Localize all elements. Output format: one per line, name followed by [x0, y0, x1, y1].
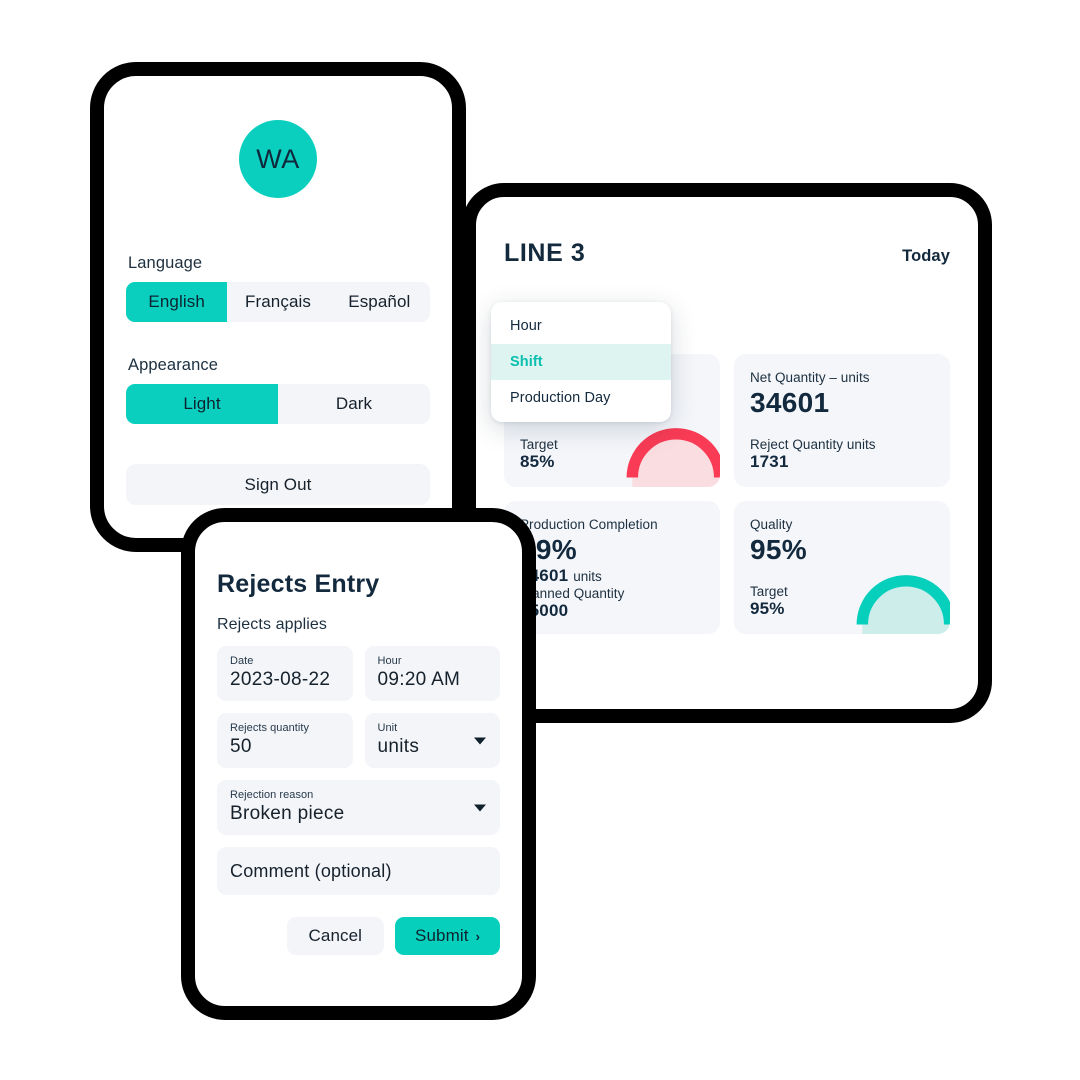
rejection-reason-label: Rejection reason [230, 789, 314, 801]
unit-select-value: units [377, 736, 420, 757]
rejects-quantity-value: 50 [230, 736, 252, 757]
rejects-entry-body: Rejects Entry Rejects applies Date 2023-… [195, 522, 522, 1006]
appearance-segmented-control[interactable]: Light Dark [126, 384, 430, 424]
dashboard-panel: LINE 3 Today Target 85% Net Quantity – u… [462, 183, 992, 723]
rejects-quantity-label: Rejects quantity [230, 722, 310, 734]
metric-card-reject-quantity-value: 1731 [750, 452, 789, 471]
date-range-selector[interactable]: Today [902, 247, 950, 266]
rejects-entry-title: Rejects Entry [217, 570, 380, 598]
metric-card-production-completion-label: Production Completion [520, 517, 658, 532]
page-title: LINE 3 [504, 239, 586, 267]
form-row-quantity-unit: Rejects quantity 50 Unit units [217, 713, 500, 768]
unit-select-label: Unit [377, 722, 398, 734]
screenshot-stage: WA Language English Français Español App… [0, 0, 1080, 1080]
metric-card-planned-quantity-label: Planned Quantity [520, 586, 625, 602]
dropdown-item-production-day[interactable]: Production Day [491, 380, 671, 416]
metric-card-quality-target-label: Target [750, 584, 788, 599]
date-field-label: Date [230, 655, 254, 667]
submit-button[interactable]: Submit › [395, 917, 500, 955]
chevron-right-icon: › [475, 928, 480, 944]
rejects-quantity-field[interactable]: Rejects quantity 50 [217, 713, 353, 768]
metric-card-planned-quantity-value: 35000 [520, 601, 569, 621]
metric-card-net-quantity[interactable]: Net Quantity – units 34601 Reject Quanti… [734, 354, 950, 487]
rejects-entry-panel: Rejects Entry Rejects applies Date 2023-… [181, 508, 536, 1020]
form-row-date-hour: Date 2023-08-22 Hour 09:20 AM [217, 646, 500, 701]
metric-card-net-quantity-content: Net Quantity – units 34601 Reject Quanti… [750, 369, 934, 472]
metric-card-reject-quantity-label: Reject Quantity units [750, 437, 876, 452]
comment-input[interactable]: Comment (optional) [217, 847, 500, 895]
period-dropdown-menu[interactable]: Hour Shift Production Day [491, 302, 671, 422]
rejection-reason-select[interactable]: Rejection reason Broken piece [217, 780, 500, 835]
chevron-down-icon [474, 737, 486, 744]
language-setting-block: Language English Français Español [126, 254, 430, 322]
metric-card-quality-content: Quality 95% Target 95% [750, 516, 934, 619]
settings-panel-body: WA Language English Français Español App… [104, 76, 452, 538]
hour-field-label: Hour [377, 655, 402, 667]
language-option-espanol[interactable]: Español [329, 282, 430, 322]
metric-card-quality-value: 95% [750, 534, 807, 566]
avatar-initials: WA [256, 143, 300, 174]
metric-card-units-row: 34601 units [520, 566, 704, 586]
appearance-setting-block: Appearance Light Dark [126, 356, 430, 424]
date-field[interactable]: Date 2023-08-22 [217, 646, 353, 701]
metric-card-quality-label: Quality [750, 517, 793, 532]
metric-card-production-completion-content: Production Completion 99% 34601 units Pl… [520, 516, 704, 621]
metric-card-production-completion-value: 99% [520, 534, 577, 566]
dropdown-item-hour[interactable]: Hour [491, 308, 671, 344]
language-label: Language [128, 254, 203, 272]
metric-card-net-quantity-value: 34601 [750, 387, 830, 419]
date-field-value: 2023-08-22 [230, 669, 331, 690]
metric-card-target-sub-value: 85% [520, 452, 555, 471]
cancel-button[interactable]: Cancel [286, 917, 385, 955]
unit-select[interactable]: Unit units [364, 713, 500, 768]
sign-out-button[interactable]: Sign Out [126, 464, 430, 505]
appearance-label: Appearance [128, 356, 218, 374]
submit-button-label: Submit [415, 926, 469, 945]
metric-card-production-completion[interactable]: Production Completion 99% 34601 units Pl… [504, 501, 720, 634]
rejection-reason-value: Broken piece [230, 803, 345, 824]
dashboard-header: LINE 3 Today [504, 239, 950, 268]
dashboard-panel-body: LINE 3 Today Target 85% Net Quantity – u… [476, 197, 978, 709]
metric-card-target-sub-label: Target [520, 437, 558, 452]
metric-card-quality[interactable]: Quality 95% Target 95% [734, 501, 950, 634]
language-segmented-control[interactable]: English Français Español [126, 282, 430, 322]
appearance-option-light[interactable]: Light [126, 384, 278, 424]
appearance-option-dark[interactable]: Dark [278, 384, 430, 424]
language-option-francais[interactable]: Français [227, 282, 328, 322]
language-option-english[interactable]: English [126, 282, 228, 322]
metric-card-quality-target-value: 95% [750, 599, 785, 618]
dropdown-item-shift[interactable]: Shift [491, 344, 671, 380]
avatar[interactable]: WA [239, 120, 317, 198]
hour-field-value: 09:20 AM [377, 669, 461, 690]
form-actions: Cancel Submit › [217, 917, 500, 955]
chevron-down-icon [474, 804, 486, 811]
comment-placeholder: Comment (optional) [230, 860, 392, 881]
hour-field[interactable]: Hour 09:20 AM [364, 646, 500, 701]
rejects-applies-label: Rejects applies [217, 616, 327, 633]
metric-card-net-quantity-label: Net Quantity – units [750, 370, 870, 385]
settings-panel: WA Language English Français Español App… [90, 62, 466, 552]
metric-card-units-suffix: units [573, 569, 602, 585]
